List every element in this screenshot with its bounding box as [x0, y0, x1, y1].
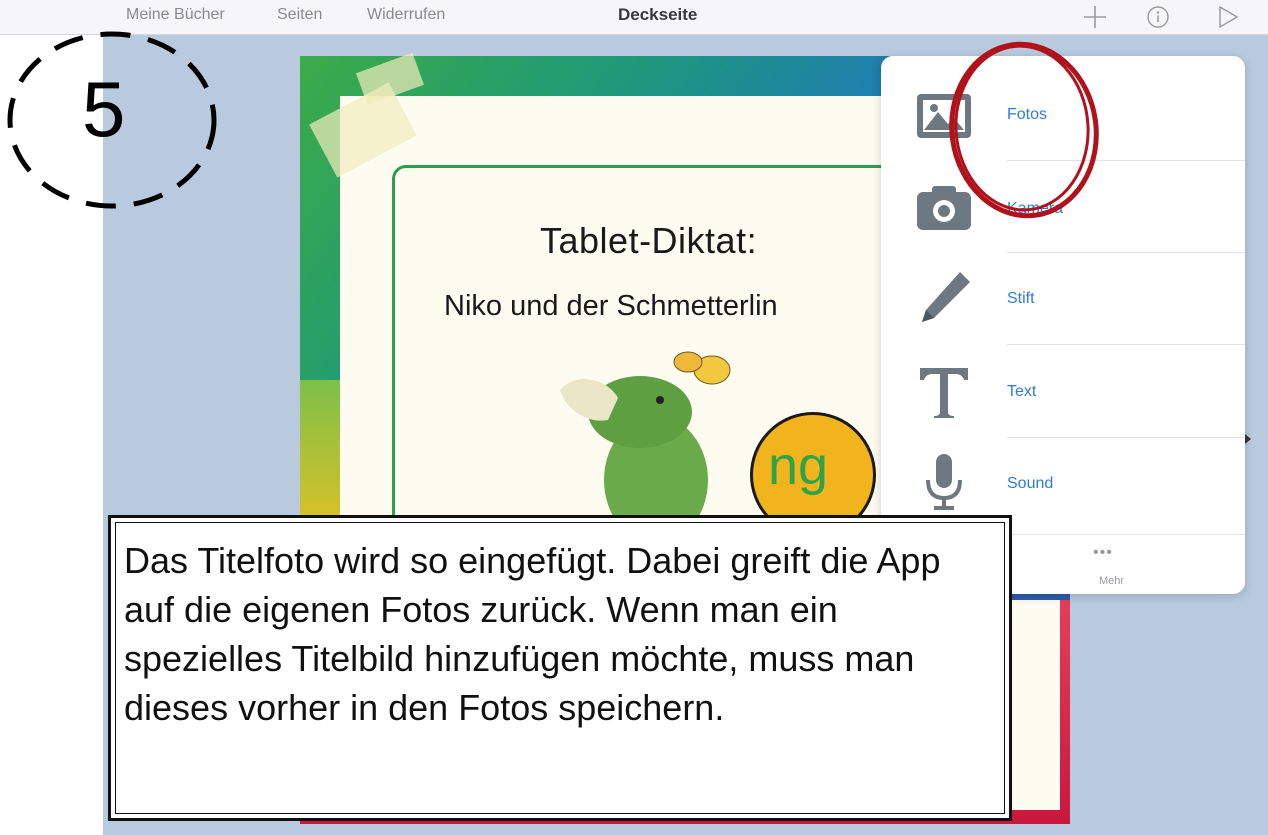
menu-item-stift[interactable]: Stift — [1007, 290, 1035, 308]
page-title: Deckseite — [618, 5, 698, 24]
pen-icon[interactable] — [914, 268, 974, 328]
chevron-right-icon — [1245, 434, 1251, 444]
menu-item-text[interactable]: Text — [1007, 383, 1036, 401]
note-text: Das Titelfoto wird so eingefügt. Dabei g… — [124, 540, 941, 728]
highlight-circle — [949, 41, 1099, 219]
ng-badge-label: ng — [768, 436, 829, 496]
menu-divider — [1007, 344, 1245, 345]
step-number: 5 — [82, 65, 126, 153]
dinosaur-illustration[interactable] — [548, 340, 738, 540]
text-icon[interactable] — [914, 362, 974, 422]
menu-divider — [1007, 252, 1245, 253]
info-icon[interactable] — [1145, 4, 1171, 30]
play-icon[interactable] — [1215, 4, 1241, 30]
more-dots-icon[interactable]: ••• — [1093, 544, 1113, 562]
more-tab-label[interactable]: Mehr — [1099, 575, 1124, 587]
menu-divider — [1007, 437, 1245, 438]
pages-link[interactable]: Seiten — [277, 6, 322, 24]
plus-icon[interactable] — [1082, 4, 1108, 30]
microphone-icon[interactable] — [914, 452, 974, 512]
cover-title[interactable]: Tablet-Diktat: — [540, 220, 757, 262]
undo-link[interactable]: Widerrufen — [367, 6, 445, 24]
cover-subtitle[interactable]: Niko und der Schmetterlin — [444, 290, 778, 323]
menu-item-sound[interactable]: Sound — [1007, 475, 1053, 493]
